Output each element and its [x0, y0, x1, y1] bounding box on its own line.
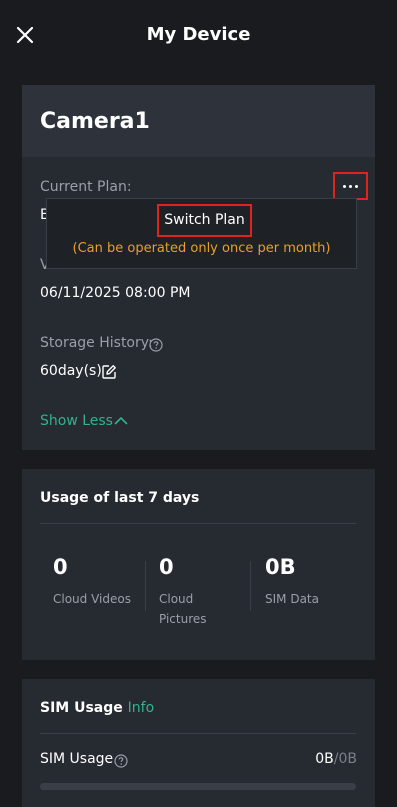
stat-value: 0 — [159, 555, 174, 579]
switch-plan-popover: Switch Plan (Can be operated only once p… — [46, 198, 357, 269]
stat-separator — [145, 561, 146, 611]
divider — [40, 523, 356, 524]
sim-usage-progress — [40, 783, 356, 790]
sim-usage-title-text: SIM Usage — [40, 700, 123, 716]
show-less-link[interactable]: Show Less — [40, 413, 128, 429]
more-horizontal-icon-dot — [349, 185, 352, 188]
stat-value: 0B — [265, 555, 296, 579]
sim-usage-amount: 0B/0B — [315, 751, 357, 767]
switch-plan-button[interactable]: Switch Plan — [157, 204, 252, 237]
stat-label: Cloud Videos — [53, 592, 131, 606]
sim-usage-label: SIM Usage — [40, 751, 114, 767]
edit-icon[interactable] — [101, 364, 117, 380]
storage-history-label: Storage History: — [40, 335, 153, 351]
sim-used: 0B — [315, 751, 334, 767]
device-card-header: Camera1 — [22, 85, 375, 157]
sim-total: 0B — [338, 751, 357, 767]
device-name: Camera1 — [40, 109, 150, 134]
sim-info-link[interactable]: Info — [128, 700, 155, 716]
chevron-up-icon — [114, 416, 128, 425]
usage-title: Usage of last 7 days — [40, 490, 200, 506]
my-device-screen: My Device Camera1 Current Plan: E Valid … — [0, 0, 397, 807]
show-less-label: Show Less — [40, 413, 113, 429]
stat-cloud-pictures: 0 Cloud Pictures — [159, 555, 219, 629]
header: My Device — [0, 0, 397, 70]
stat-sim-data: 0B SIM Data — [265, 555, 355, 609]
more-options-button[interactable] — [333, 172, 368, 200]
divider — [40, 733, 356, 734]
switch-plan-note: (Can be operated only once per month) — [72, 241, 331, 256]
valid-until-value: 06/11/2025 08:00 PM — [40, 285, 191, 301]
sim-usage-title: SIM Usage Info — [40, 700, 154, 716]
more-horizontal-icon — [343, 185, 346, 188]
page-title: My Device — [146, 24, 251, 45]
storage-history-value: 60day(s) — [40, 363, 102, 379]
current-plan-label: Current Plan: — [40, 179, 132, 195]
more-horizontal-icon-dot — [355, 185, 358, 188]
stat-value: 0 — [53, 555, 68, 579]
help-icon[interactable] — [149, 338, 163, 352]
sim-usage-card: SIM Usage Info SIM Usage 0B/0B — [22, 679, 375, 807]
help-icon[interactable] — [114, 754, 128, 768]
stat-cloud-videos: 0 Cloud Videos — [53, 555, 143, 609]
usage-card: Usage of last 7 days 0 Cloud Videos 0 Cl… — [22, 469, 375, 660]
stat-label: SIM Data — [265, 592, 319, 606]
stat-label: Cloud Pictures — [159, 592, 207, 626]
stat-separator — [250, 561, 251, 611]
